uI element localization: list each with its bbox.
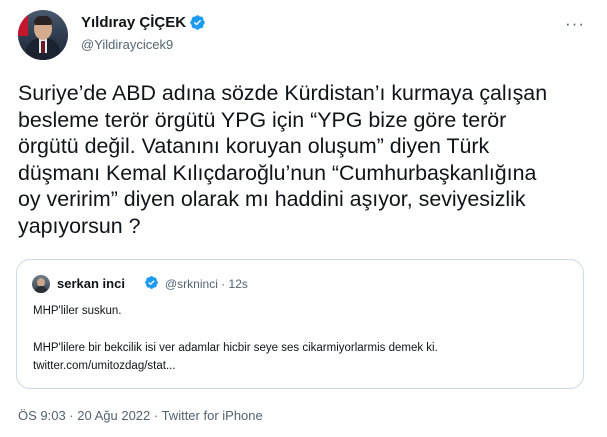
tweet-timestamp-source[interactable]: ÖS 9:03 · 20 Ağu 2022 · Twitter for iPho… bbox=[18, 408, 263, 423]
quoted-text-line: MHP'liler suskun. bbox=[33, 305, 122, 317]
tweet-text: Suriye’de ABD adına sözde Kürdistan’ı ku… bbox=[18, 81, 548, 238]
quoted-tweet[interactable]: serkan inci @srkninci · 12s MHP'liler su… bbox=[16, 259, 584, 389]
more-options-icon[interactable]: ··· bbox=[565, 14, 585, 34]
author-avatar[interactable] bbox=[18, 10, 68, 60]
quoted-handle-time: @srkninci · 12s bbox=[165, 277, 248, 291]
author-handle[interactable]: @Yildiraycicek9 bbox=[81, 37, 173, 52]
quoted-author-avatar[interactable] bbox=[32, 275, 50, 293]
verified-badge-icon bbox=[190, 15, 205, 30]
tweet-card: Yıldıray ÇİÇEK @Yildiraycicek9 ··· Suriy… bbox=[0, 0, 607, 437]
author-name[interactable]: Yıldıray ÇİÇEK bbox=[81, 14, 186, 31]
quoted-verified-badge-icon bbox=[145, 276, 158, 289]
quoted-author-name: serkan inci bbox=[57, 276, 125, 291]
quoted-text-line: MHP'lilere bir bekcilik isi ver adamlar … bbox=[33, 342, 438, 354]
quoted-link[interactable]: twitter.com/umitozdag/stat... bbox=[33, 360, 176, 372]
flag-graphic bbox=[18, 14, 28, 36]
